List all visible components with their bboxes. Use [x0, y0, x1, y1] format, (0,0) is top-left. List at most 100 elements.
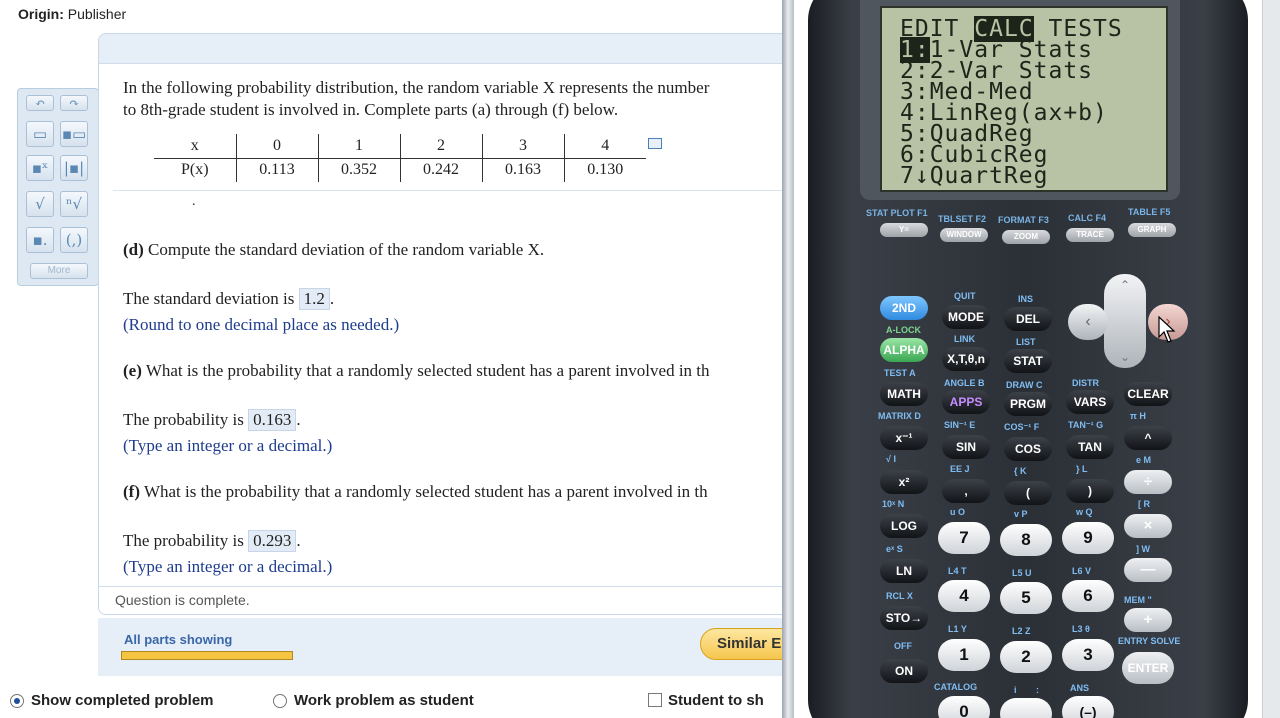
alpha-key[interactable]: ALPHA	[880, 338, 928, 362]
undo-icon[interactable]: ↶	[26, 95, 54, 111]
format-label: FORMAT F3	[998, 215, 1049, 225]
ins-label: INS	[1018, 294, 1034, 304]
part-f-hint: (Type an integer or a decimal.)	[123, 557, 333, 576]
exponent-icon[interactable]: ▪ˣ	[26, 155, 54, 181]
digit-0-key[interactable]: 0	[938, 696, 990, 718]
student-to-checkbox[interactable]	[648, 693, 662, 707]
negative-key[interactable]: (–)	[1062, 696, 1114, 718]
zoom-key[interactable]: ZOOM	[1002, 230, 1050, 244]
mode-key[interactable]: MODE	[942, 305, 990, 329]
cos-key[interactable]: COS	[1004, 437, 1052, 461]
calc-label: CALC F4	[1068, 213, 1106, 223]
part-e-letter: (e)	[123, 361, 142, 380]
y-equals-key[interactable]: Y=	[880, 223, 928, 237]
mouse-cursor-icon	[1158, 316, 1176, 343]
comma-key[interactable]: ,	[942, 479, 990, 503]
divide-key[interactable]: ÷	[1124, 470, 1172, 494]
expand-table-icon[interactable]	[648, 138, 662, 149]
student-to-label[interactable]: Student to sh	[668, 692, 764, 709]
lcd-item-7: 7↓QuartReg	[900, 163, 1049, 189]
rbrace-label: } L	[1076, 464, 1088, 474]
right-paren-key[interactable]: )	[1066, 479, 1114, 503]
x-label: x	[154, 134, 236, 159]
window-right-edge	[1262, 0, 1280, 718]
a-lock-label: A-LOCK	[886, 325, 921, 335]
link-label: LINK	[954, 334, 975, 344]
xton-key[interactable]: X,T,θ,n	[942, 347, 990, 371]
x-value: 1	[317, 134, 400, 159]
digit-6-key[interactable]: 6	[1062, 580, 1114, 612]
l4-label: L4 T	[948, 566, 967, 576]
fraction-icon[interactable]: ▭	[26, 121, 54, 147]
apps-key[interactable]: APPS	[942, 390, 990, 414]
2nd-key[interactable]: 2ND	[880, 296, 928, 320]
square-root-icon[interactable]: √	[26, 191, 54, 217]
sin-key[interactable]: SIN	[942, 435, 990, 459]
down-arrow-icon: ⌄	[1120, 350, 1131, 364]
nth-root-icon[interactable]: ⁿ√	[60, 191, 88, 217]
graph-key[interactable]: GRAPH	[1128, 223, 1176, 237]
l5-label: L5 U	[1012, 568, 1032, 578]
part-d-suffix: .	[329, 289, 335, 308]
work-as-student-label[interactable]: Work problem as student	[294, 692, 474, 709]
plus-key[interactable]: +	[1124, 608, 1172, 632]
multiply-key[interactable]: ×	[1124, 514, 1172, 538]
window-border	[782, 0, 794, 718]
stat-key[interactable]: STAT	[1004, 349, 1052, 373]
minus-key[interactable]: —	[1124, 558, 1172, 582]
show-completed-radio[interactable]	[10, 694, 24, 708]
digit-3-key[interactable]: 3	[1062, 639, 1114, 671]
part-d-answer-box[interactable]: 1.2	[298, 288, 330, 310]
digit-1-key[interactable]: 1	[938, 639, 990, 671]
sto-key[interactable]: STO→	[880, 606, 928, 630]
digit-4-key[interactable]: 4	[938, 580, 990, 612]
show-completed-label[interactable]: Show completed problem	[31, 692, 214, 709]
part-f-prefix: The probability is	[123, 531, 244, 550]
part-e-answer-box[interactable]: 0.163	[248, 409, 297, 431]
digit-2-key[interactable]: 2	[1000, 641, 1052, 673]
digit-9-key[interactable]: 9	[1062, 522, 1114, 554]
stat-plot-label: STAT PLOT F1	[866, 208, 928, 218]
digit-7-key[interactable]: 7	[938, 522, 990, 554]
x-squared-key[interactable]: x²	[880, 470, 928, 494]
part-f-answer-box[interactable]: 0.293	[248, 530, 297, 552]
subscript-icon[interactable]: ▪.	[26, 227, 54, 253]
prgm-key[interactable]: PRGM	[1004, 392, 1052, 416]
clear-key[interactable]: CLEAR	[1124, 382, 1172, 406]
p-value: 0.242	[399, 158, 482, 182]
e-label: e M	[1136, 455, 1152, 465]
absolute-value-icon[interactable]: |▪|	[60, 155, 88, 181]
window-key[interactable]: WINDOW	[940, 228, 988, 242]
left-paren-key[interactable]: (	[1004, 481, 1052, 505]
on-key[interactable]: ON	[880, 659, 928, 683]
more-button[interactable]: More	[30, 263, 88, 279]
u-label: u O	[950, 507, 965, 517]
digit-5-key[interactable]: 5	[1000, 582, 1052, 614]
l1-label: L1 Y	[948, 624, 967, 634]
mixed-fraction-icon[interactable]: ▪▭	[60, 121, 88, 147]
digit-8-key[interactable]: 8	[1000, 524, 1052, 556]
redo-icon[interactable]: ↷	[60, 95, 88, 111]
x-inverse-key[interactable]: x⁻¹	[880, 426, 928, 450]
tan-key[interactable]: TAN	[1066, 435, 1114, 459]
part-e-question: (e) What is the probability that a rando…	[123, 361, 710, 381]
x-value: 0	[235, 134, 318, 159]
interval-icon[interactable]: (,)	[60, 227, 88, 253]
vars-key[interactable]: VARS	[1066, 390, 1114, 414]
x-value: 3	[481, 134, 564, 159]
bottom-options: Show completed problem Work problem as s…	[0, 684, 790, 718]
log-key[interactable]: LOG	[880, 514, 928, 538]
enter-key[interactable]: ENTER	[1122, 652, 1174, 684]
left-arrow-key[interactable]: ‹	[1068, 304, 1108, 340]
trace-key[interactable]: TRACE	[1066, 228, 1114, 242]
caret-key[interactable]: ^	[1124, 426, 1172, 450]
part-d-hint: (Round to one decimal place as needed.)	[123, 315, 400, 334]
divider	[113, 190, 793, 191]
math-key[interactable]: MATH	[880, 382, 928, 406]
work-as-student-radio[interactable]	[273, 694, 287, 708]
part-d-text: Compute the standard deviation of the ra…	[148, 240, 545, 259]
del-key[interactable]: DEL	[1004, 307, 1052, 331]
decimal-key[interactable]	[1000, 698, 1052, 718]
all-parts-label: All parts showing	[124, 632, 233, 647]
ln-key[interactable]: LN	[880, 559, 928, 583]
